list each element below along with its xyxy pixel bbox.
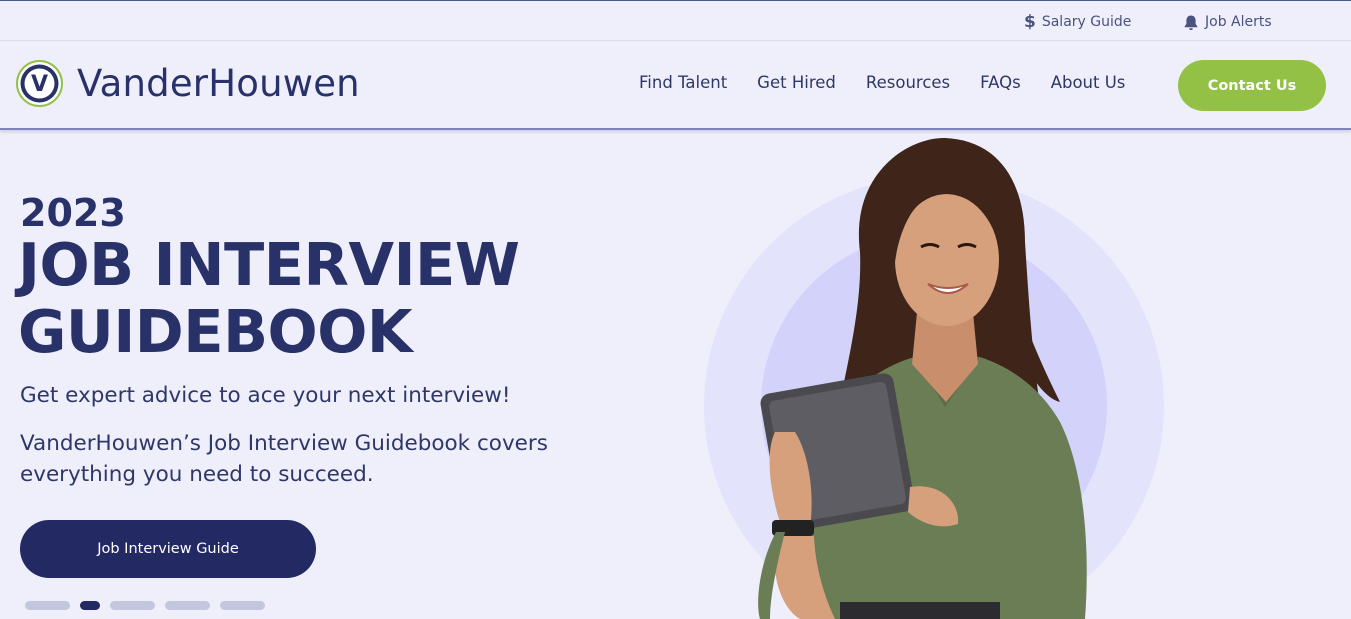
- hero-title: JOB INTERVIEW GUIDEBOOK: [18, 231, 618, 365]
- slider-dots: [25, 601, 275, 610]
- salary-guide-label: Salary Guide: [1041, 14, 1132, 30]
- job-alerts-label: Job Alerts: [1205, 14, 1272, 30]
- hero-photo-woman-with-tablet: [704, 137, 1164, 619]
- hero-title-line1: JOB INTERVIEW: [18, 230, 520, 299]
- hero-year: 2023: [20, 191, 126, 235]
- main-nav: Find Talent Get Hired Resources FAQs Abo…: [639, 73, 1125, 92]
- nav-resources[interactable]: Resources: [866, 73, 950, 92]
- nav-find-talent[interactable]: Find Talent: [639, 73, 727, 92]
- contact-us-button[interactable]: Contact Us: [1178, 60, 1326, 111]
- slider-dot-1[interactable]: [25, 601, 70, 610]
- slider-dot-5[interactable]: [220, 601, 265, 610]
- hero-subtitle: Get expert advice to ace your next inter…: [20, 383, 511, 408]
- vanderhouwen-logo[interactable]: V VanderHouwen: [16, 60, 360, 107]
- hero-title-line2: GUIDEBOOK: [18, 297, 413, 366]
- slider-dot-2[interactable]: [80, 601, 100, 610]
- hero-description: VanderHouwen’s Job Interview Guidebook c…: [20, 431, 548, 487]
- slider-dot-4[interactable]: [165, 601, 210, 610]
- utility-bar: $ Salary Guide Job Alerts: [0, 1, 1351, 41]
- nav-faqs[interactable]: FAQs: [980, 73, 1021, 92]
- slider-dot-3[interactable]: [110, 601, 155, 610]
- nav-get-hired[interactable]: Get Hired: [757, 73, 836, 92]
- logo-mark-icon: V: [16, 60, 63, 107]
- logo-letter: V: [31, 72, 48, 97]
- main-header: V VanderHouwen Find Talent Get Hired Res…: [0, 41, 1351, 130]
- dollar-icon: $: [1024, 12, 1036, 32]
- job-alerts-link[interactable]: Job Alerts: [1183, 12, 1272, 32]
- nav-about-us[interactable]: About Us: [1051, 73, 1126, 92]
- salary-guide-link[interactable]: $ Salary Guide: [1024, 12, 1131, 32]
- logo-text: VanderHouwen: [77, 62, 360, 105]
- bell-icon: [1184, 15, 1198, 30]
- job-interview-guide-button[interactable]: Job Interview Guide: [20, 520, 316, 578]
